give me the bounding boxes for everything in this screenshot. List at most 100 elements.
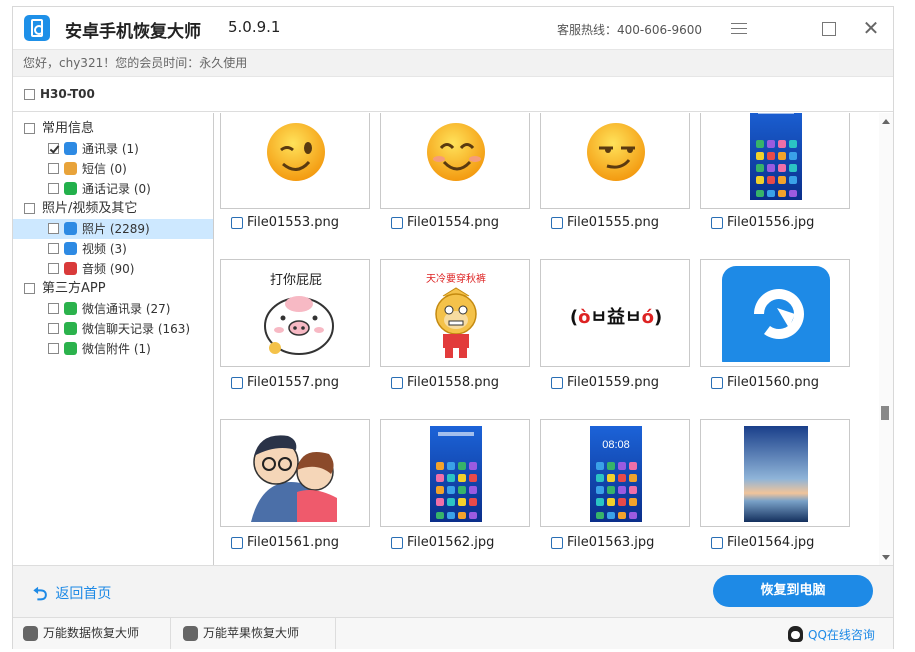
item-checkbox[interactable] (48, 243, 59, 254)
file-item-label[interactable]: File01561.png (231, 535, 339, 550)
photo-icon (64, 222, 77, 235)
device-row: H30-T00 (13, 78, 893, 112)
back-home-label: 返回首页 (55, 586, 112, 602)
item-checkbox[interactable] (48, 263, 59, 274)
tree-item-video[interactable]: 视频 (3) (13, 239, 213, 259)
file-item-label[interactable]: File01562.jpg (391, 535, 494, 550)
file-thumbnail[interactable] (540, 113, 690, 209)
file-item-label[interactable]: File01563.jpg (551, 535, 654, 550)
category-checkbox[interactable] (24, 123, 35, 134)
device-checkbox[interactable] (24, 89, 35, 100)
file-checkbox[interactable] (391, 536, 403, 549)
file-grid: File01553.png File01554.png File01555.png F… (215, 113, 879, 565)
tree-category-2[interactable]: 第三方APP (13, 279, 213, 299)
maximize-icon[interactable] (819, 19, 839, 37)
item-checkbox[interactable] (48, 323, 59, 334)
tree-item-audio[interactable]: 音频 (90) (13, 259, 213, 279)
monkey-sticker-image: 天冷要穿秋裤 (381, 266, 529, 365)
item-checkbox[interactable] (48, 303, 59, 314)
category-checkbox[interactable] (24, 283, 35, 294)
file-item-label[interactable]: File01555.png (551, 215, 659, 230)
qq-consult-link[interactable]: QQ在线咨询 (788, 626, 875, 643)
tree-item-wechat[interactable]: 微信聊天记录 (163) (13, 319, 213, 339)
recover-to-pc-button[interactable]: 恢复到电脑 (713, 575, 873, 607)
file-item-label[interactable]: File01556.jpg (711, 215, 814, 230)
grid-scrollbar[interactable] (879, 113, 893, 565)
tree-item-sms[interactable]: 短信 (0) (13, 159, 213, 179)
item-checkbox[interactable] (48, 143, 59, 154)
tree-item-photo[interactable]: 照片 (2289) (13, 219, 213, 239)
file-checkbox[interactable] (231, 536, 243, 549)
tree-category-1[interactable]: 照片/视频及其它 (13, 199, 213, 219)
file-item-label[interactable]: File01557.png (231, 375, 339, 390)
tree-item-wechat[interactable]: 微信附件 (1) (13, 339, 213, 359)
tree-category-0[interactable]: 常用信息 (13, 119, 213, 139)
item-label: 通讯录 (1) (82, 142, 139, 156)
footer-apple-recovery-link[interactable]: 万能苹果恢复大师 (173, 618, 336, 649)
file-thumbnail[interactable] (380, 419, 530, 527)
file-item-label[interactable]: File01564.jpg (711, 535, 814, 550)
file-thumbnail[interactable]: 08:08 (540, 419, 690, 527)
file-thumbnail[interactable]: 打你屁屁 (220, 259, 370, 367)
svg-text:打你屁屁: 打你屁屁 (270, 273, 322, 288)
file-thumbnail[interactable] (700, 419, 850, 527)
item-checkbox[interactable] (48, 163, 59, 174)
file-thumbnail[interactable] (700, 259, 850, 367)
file-thumbnail[interactable]: 天冷要穿秋裤 (380, 259, 530, 367)
item-checkbox[interactable] (48, 223, 59, 234)
file-item-label[interactable]: File01559.png (551, 375, 659, 390)
menu-icon[interactable] (729, 19, 749, 37)
file-thumbnail[interactable] (220, 419, 370, 527)
tree-item-contacts[interactable]: 通讯录 (1) (13, 139, 213, 159)
pig-sticker-image: 打你屁屁 (221, 266, 369, 365)
footer-item1-label: 万能数据恢复大师 (43, 626, 140, 640)
file-name: File01561.png (247, 535, 339, 550)
file-thumbnail[interactable] (700, 113, 850, 209)
file-checkbox[interactable] (551, 376, 563, 389)
data-recovery-icon (23, 626, 38, 641)
back-home-link[interactable]: ⮌ 返回首页 (33, 582, 111, 612)
file-checkbox[interactable] (551, 216, 563, 229)
file-checkbox[interactable] (391, 216, 403, 229)
contacts-icon (64, 142, 77, 155)
audio-icon (64, 262, 77, 275)
file-thumbnail[interactable] (220, 113, 370, 209)
category-checkbox[interactable] (24, 203, 35, 214)
file-name: File01554.png (407, 215, 499, 230)
tree-item-phone[interactable]: 通话记录 (0) (13, 179, 213, 199)
tree-item-wechat[interactable]: 微信通讯录 (27) (13, 299, 213, 319)
category-tree: 常用信息通讯录 (1) 短信 (0) 通话记录 (0) 照片/视频及其它 照片 (228… (13, 113, 214, 565)
footer-data-recovery-link[interactable]: 万能数据恢复大师 (13, 618, 171, 649)
phone-icon (64, 182, 77, 195)
svg-text:08:08: 08:08 (602, 439, 630, 451)
svg-text:(òㅂ益ㅂó): (òㅂ益ㅂó) (570, 306, 662, 328)
file-item-label[interactable]: File01553.png (231, 215, 339, 230)
item-checkbox[interactable] (48, 343, 59, 354)
scroll-up-icon[interactable] (882, 119, 890, 124)
file-thumbnail[interactable] (380, 113, 530, 209)
file-checkbox[interactable] (711, 216, 723, 229)
file-item-label[interactable]: File01554.png (391, 215, 499, 230)
scroll-down-icon[interactable] (882, 555, 890, 560)
file-name: File01562.jpg (407, 535, 495, 550)
footer: 万能数据恢复大师 万能苹果恢复大师 QQ在线咨询 (13, 617, 893, 649)
file-name: File01558.png (407, 375, 499, 390)
item-label: 音频 (90) (82, 262, 135, 276)
file-item-label[interactable]: File01558.png (391, 375, 499, 390)
file-checkbox[interactable] (711, 536, 723, 549)
file-name: File01563.jpg (567, 535, 655, 550)
file-checkbox[interactable] (391, 376, 403, 389)
item-checkbox[interactable] (48, 183, 59, 194)
close-icon[interactable]: ✕ (861, 18, 881, 38)
back-arrow-icon: ⮌ (33, 584, 48, 605)
service-hotline: 客服热线：400-606-9600 (557, 23, 703, 37)
file-checkbox[interactable] (711, 376, 723, 389)
file-checkbox[interactable] (551, 536, 563, 549)
file-thumbnail[interactable]: (òㅂ益ㅂó) (540, 259, 690, 367)
member-greeting: 您好，chy321！您的会员时间：永久使用 (13, 49, 893, 77)
file-checkbox[interactable] (231, 216, 243, 229)
scroll-thumb[interactable] (881, 406, 889, 420)
file-item-label[interactable]: File01560.png (711, 375, 819, 390)
apple-icon (183, 626, 198, 641)
file-checkbox[interactable] (231, 376, 243, 389)
